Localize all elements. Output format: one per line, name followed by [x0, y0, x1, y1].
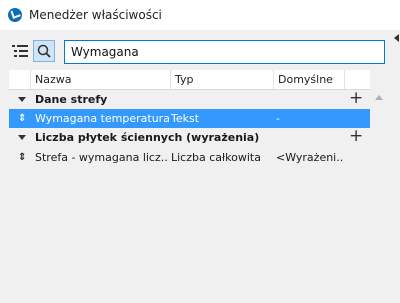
vertical-scrollbar[interactable] — [371, 70, 392, 303]
property-default: - — [276, 112, 280, 125]
collapse-arrow-icon[interactable] — [394, 34, 399, 42]
title-bar: Menedżer właściwości — [0, 0, 400, 30]
add-property-plus-icon[interactable]: + — [349, 89, 363, 108]
column-default-header[interactable]: Domyślne — [274, 70, 345, 89]
expand-caret-icon[interactable] — [18, 97, 26, 102]
property-row[interactable]: ⇕ Wymagana temperatura Tekst - — [9, 109, 370, 128]
property-name: Wymagana temperatura — [35, 112, 169, 125]
property-name: Strefa - wymagana licz... — [35, 151, 169, 164]
group-row-liczba-plytek[interactable]: Liczba płytek ściennych (wyrażenia) + — [9, 127, 370, 147]
column-name-header[interactable]: Nazwa — [31, 70, 171, 89]
reorder-arrows-icon[interactable]: ⇕ — [18, 109, 26, 128]
search-toggle-icon[interactable] — [33, 40, 55, 62]
window-title: Menedżer właściwości — [29, 8, 162, 22]
header-spacer — [9, 70, 31, 89]
group-label: Dane strefy — [35, 93, 108, 106]
column-type-header[interactable]: Typ — [171, 70, 274, 89]
scroll-up-arrow-icon[interactable] — [375, 95, 383, 100]
expand-caret-icon[interactable] — [18, 135, 26, 140]
group-label: Liczba płytek ściennych (wyrażenia) — [35, 131, 260, 144]
list-view-icon[interactable] — [9, 40, 31, 62]
reorder-arrows-icon[interactable]: ⇕ — [18, 148, 26, 167]
property-default: <Wyrażeni... — [276, 151, 344, 164]
property-type: Tekst — [171, 112, 200, 125]
side-gutter — [392, 30, 400, 303]
property-row[interactable]: ⇕ Strefa - wymagana licz... Liczba całko… — [9, 148, 370, 167]
search-input[interactable] — [64, 40, 385, 64]
group-row-dane-strefy[interactable]: Dane strefy + — [9, 89, 370, 109]
column-header: Nazwa Typ Domyślne — [9, 70, 370, 90]
add-property-plus-icon[interactable]: + — [349, 127, 363, 146]
property-type: Liczba całkowita — [171, 151, 261, 164]
app-logo-icon — [8, 8, 22, 22]
